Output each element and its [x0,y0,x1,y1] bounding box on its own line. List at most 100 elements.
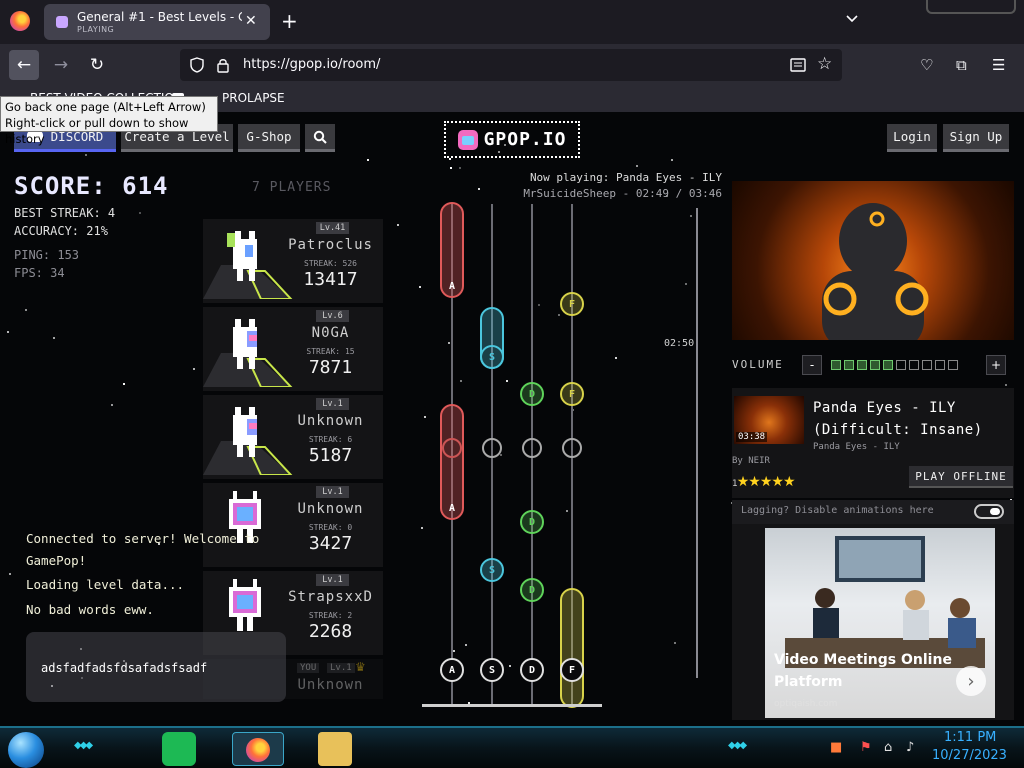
volume-segment[interactable] [909,360,919,370]
player-streak: STREAK: 6 [308,435,353,444]
player-name: Patroclus [288,237,373,253]
tab-title: General #1 - Best Levels - Gpop [77,10,242,24]
ping: PING: 153 [14,248,80,262]
tray-flag-icon[interactable]: ⚑ [860,740,872,755]
star-icons: ★★★★★ [736,474,796,490]
player-avatar-tv [229,579,261,631]
note-d: D [520,510,544,534]
pocket-icon[interactable]: ♡ [920,56,933,74]
volume-up-button[interactable]: + [986,355,1006,375]
bookmark-prolapse[interactable]: PROLAPSE [222,91,285,105]
star-particle [636,165,638,167]
window-controls[interactable] [926,0,1016,14]
play-offline-button[interactable]: PLAY OFFLINE [909,466,1013,488]
player-card[interactable]: Lv.1 Unknown STREAK: 0 3427 [203,483,383,567]
player-avatar-cat [233,407,257,457]
player-card[interactable]: Lv.6 N0GA STREAK: 15 7871 [203,307,383,391]
url-text[interactable]: https://gpop.io/room/ [243,57,380,72]
you-badge: YOU [297,663,320,673]
key-d[interactable]: D [520,658,544,682]
tracking-shield-icon[interactable] [190,57,204,73]
player-score: 13417 [303,269,358,290]
player-name: Unknown [297,413,364,429]
file-explorer-icon[interactable] [318,732,352,766]
url-bar[interactable]: https://gpop.io/room/ ☆ [180,49,842,81]
chat-message: Connected to server! Welcome to [26,531,260,546]
volume-segment[interactable] [922,360,932,370]
signup-button[interactable]: Sign Up [943,124,1009,152]
key-a[interactable]: A [440,658,464,682]
volume-segment[interactable] [883,360,893,370]
reader-view-icon[interactable] [790,57,806,73]
volume-down-button[interactable]: - [802,355,822,375]
player-name: N0GA [311,325,350,341]
forward-button[interactable]: → [46,50,76,80]
animations-toggle[interactable] [974,504,1004,519]
lock-icon[interactable] [216,57,230,73]
chat-input[interactable]: adsfadfadsfdsafadsfsadf [26,632,286,702]
gshop-button[interactable]: G-Shop [238,124,300,152]
ad-next-arrow-icon[interactable]: › [956,666,986,696]
volume-segment[interactable] [844,360,854,370]
ghost-receptor [522,438,542,458]
player-level: Lv.6 [316,310,349,322]
key-f[interactable]: F [560,658,584,682]
song-title[interactable]: Panda Eyes - ILY [813,400,956,416]
gpop-logo[interactable]: GPOP.IO [444,121,580,158]
start-button[interactable] [8,732,44,768]
firefox-icon[interactable] [10,11,30,31]
login-button[interactable]: Login [887,124,937,152]
advertisement[interactable]: Video Meetings Online Platform optiqaish… [732,524,1014,720]
key-s[interactable]: S [480,658,504,682]
gpop-favicon-icon [56,16,68,28]
network-icon[interactable]: ⌂ [884,740,892,755]
fps: FPS: 34 [14,266,65,280]
player-level: Lv.1 [327,663,355,673]
volume-segment[interactable] [935,360,945,370]
search-button[interactable] [305,124,335,152]
player-card[interactable]: Lv.1 Unknown STREAK: 6 5187 [203,395,383,479]
spotify-app-icon[interactable] [162,732,196,766]
taskbar-time[interactable]: 1:11 PM [944,730,996,745]
player-score: 2268 [308,621,353,642]
volume-segment[interactable] [831,360,841,370]
tooltip-line-1: Go back one page (Alt+Left Arrow) [5,100,206,114]
tab-playing-label: PLAYING [77,25,115,34]
chat-input-value: adsfadfadsfdsafadsfsadf [41,661,208,675]
volume-icon[interactable]: ♪ [906,740,914,755]
tray-app-icon[interactable]: ■ [830,740,842,755]
firefox-taskbar-button[interactable] [232,732,284,766]
back-button[interactable]: ← [9,50,39,80]
player-score: 7871 [308,357,353,378]
volume-segment[interactable] [870,360,880,370]
player-level: Lv.1 [316,486,349,498]
star-particle [397,224,399,226]
new-tab-icon[interactable]: + [281,9,298,33]
extensions-icon[interactable]: ⧉ [956,56,967,74]
best-streak: BEST STREAK: 4 [14,206,116,220]
menu-hamburger-icon[interactable]: ☰ [992,56,1005,74]
player-avatar-cat [233,319,257,369]
bookmark-star-icon[interactable]: ☆ [817,54,832,74]
taskbar-decoration: ◆◆◆ [728,740,747,751]
song-cover-art [732,181,1014,340]
reload-button[interactable]: ↻ [82,50,112,80]
player-level: Lv.1 [316,574,349,586]
players-count: 7 PLAYERS [252,180,332,195]
list-all-tabs-chevron-icon[interactable] [845,12,859,26]
volume-segment[interactable] [857,360,867,370]
note-a: A [448,502,456,514]
volume-segment[interactable] [948,360,958,370]
browser-tab[interactable]: General #1 - Best Levels - Gpop PLAYING … [44,4,270,40]
rating-stars: 1★★★★★ [732,474,795,490]
search-icon [313,130,327,144]
player-avatar-cat [227,231,257,281]
ad-source: optiqaish.com [774,699,838,709]
volume-segment[interactable] [896,360,906,370]
star-particle [671,159,673,161]
taskbar-date[interactable]: 10/27/2023 [932,748,1007,763]
close-tab-icon[interactable]: ✕ [245,13,257,29]
player-card[interactable]: Lv.41 Patroclus STREAK: 526 13417 [203,219,383,303]
player-name: StrapsxxD [288,589,373,605]
note-f: F [560,292,584,316]
